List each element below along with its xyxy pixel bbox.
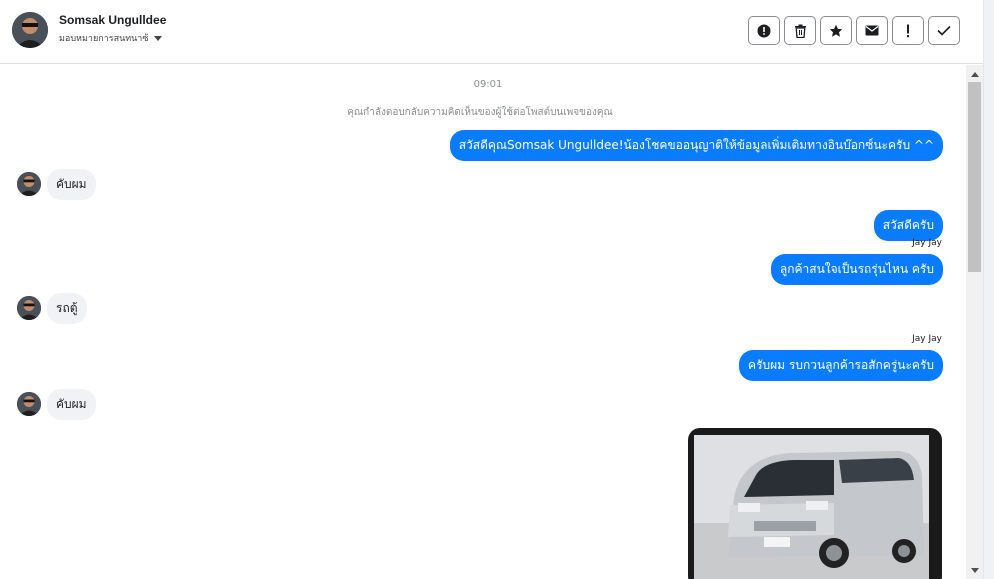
conversation-header: Somsak Ungulldee มอบหมายการสนทนาซ้ [0,0,983,64]
image-attachment[interactable] [688,428,942,579]
assign-label: มอบหมายการสนทนาซ้ [59,34,149,44]
exclamation-icon [907,24,909,37]
van-photo [694,435,929,579]
follow-up-button[interactable] [892,16,924,45]
message-timestamp: 09:01 [473,79,503,90]
mark-spam-button[interactable] [748,16,780,45]
panel-edge [983,0,994,579]
reply-context-notice: คุณกำลังตอบกลับความคิดเห็นของผู้ใช้ต่อโพ… [347,107,613,118]
contact-avatar[interactable] [12,12,48,48]
scroll-up-arrow[interactable] [966,67,983,81]
alert-circle-icon [757,24,771,37]
trash-icon [794,24,806,38]
message-thread[interactable]: 09:01 คุณกำลังตอบกลับความคิดเห็นของผู้ใช… [0,65,966,579]
assign-conversation-dropdown[interactable]: มอบหมายการสนทนาซ้ [59,31,163,45]
mark-done-button[interactable] [928,16,960,45]
scroll-thumb[interactable] [968,82,981,272]
message-outgoing[interactable]: สวัสดีคุณSomsak Ungulldee!น้องโชคขออนุญา… [449,130,943,161]
message-incoming[interactable]: คับผม [47,169,96,200]
contact-avatar-small [17,392,41,416]
arrow-up-icon [970,71,979,77]
sender-name: Jay Jay [912,334,942,344]
message-outgoing[interactable]: ครับผม รบกวนลูกค้ารอสักครู่นะครับ [739,350,943,381]
contact-name: Somsak Ungulldee [59,13,167,27]
envelope-icon [865,25,879,36]
message-outgoing[interactable]: สวัสดีครับ [873,210,943,241]
arrow-down-icon [970,567,979,573]
star-button[interactable] [820,16,852,45]
star-icon [829,24,843,37]
chevron-down-icon [154,35,163,41]
sender-name: Jay Jay [912,238,942,248]
message-incoming[interactable]: รถตู้ [47,293,87,324]
message-outgoing[interactable]: ลูกค้าสนใจเป็นรถรุ่นไหน ครับ [770,254,943,285]
contact-avatar-small [17,296,41,320]
vertical-scrollbar[interactable] [966,65,983,579]
check-icon [937,25,951,36]
scroll-down-arrow[interactable] [966,563,983,577]
delete-button[interactable] [784,16,816,45]
contact-avatar-small [17,172,41,196]
action-toolbar [748,16,960,45]
mark-unread-button[interactable] [856,16,888,45]
message-incoming[interactable]: คับผม [47,389,96,420]
